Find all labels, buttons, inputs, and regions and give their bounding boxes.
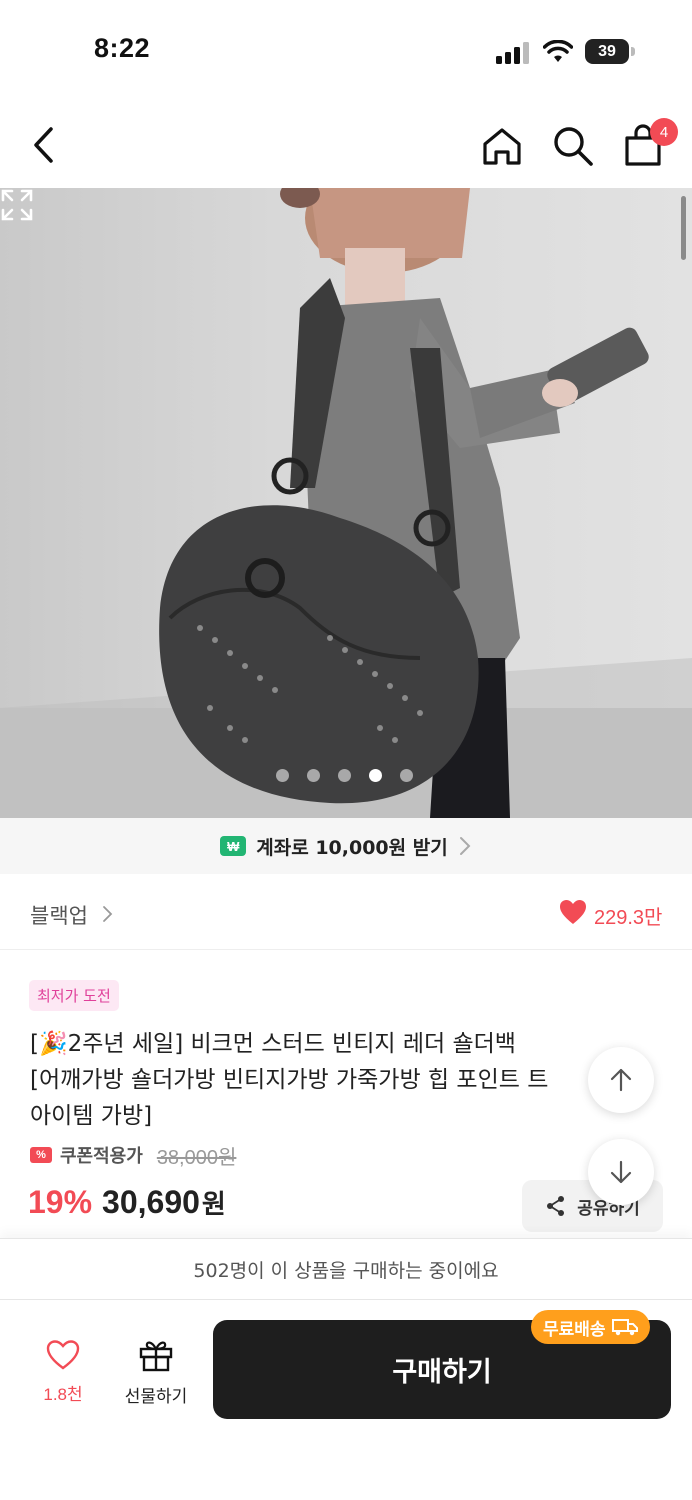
carousel-dot[interactable]: [338, 769, 351, 782]
share-icon: [547, 1196, 565, 1216]
battery-level: 39: [585, 39, 629, 64]
chevron-right-icon: [459, 837, 471, 855]
carousel-dot[interactable]: [307, 769, 320, 782]
scroll-bottom-button[interactable]: [588, 1139, 654, 1205]
coupon-icon: [30, 1147, 52, 1163]
brand-row: 블랙업 229.3만: [0, 874, 692, 950]
product-image-carousel[interactable]: [0, 188, 692, 818]
coupon-label: 쿠폰적용가: [60, 1146, 143, 1167]
chevron-left-icon: [34, 127, 53, 163]
bottom-action-bar: 1.8천 선물하기 구매하기 무료배송: [0, 1300, 692, 1500]
coupon-price-row: 쿠폰적용가 38,000원: [30, 1140, 236, 1170]
status-time: 8:22: [94, 33, 151, 63]
carousel-indicator: [276, 769, 413, 782]
purchasing-now-notice: 502명이 이 상품을 구매하는 중이에요: [0, 1238, 692, 1300]
carousel-dot[interactable]: [400, 769, 413, 782]
cellular-signal-icon: [496, 42, 529, 64]
free-shipping-label: 무료배송: [543, 1319, 606, 1340]
home-icon[interactable]: [478, 122, 526, 170]
won-badge-icon: ₩: [220, 836, 247, 856]
delivery-truck-icon: [611, 1319, 638, 1336]
heart-filled-icon[interactable]: [559, 899, 587, 925]
gift-label: 선물하기: [124, 1387, 188, 1407]
original-price: 38,000원: [156, 1146, 237, 1169]
status-bar: 8:22 39: [0, 0, 692, 100]
heart-outline-icon: [46, 1340, 80, 1370]
fullscreen-expand-icon[interactable]: [0, 188, 34, 222]
discount-rate: 19%: [28, 1184, 93, 1220]
carousel-dot[interactable]: [276, 769, 289, 782]
wishlist-button[interactable]: 1.8천: [30, 1340, 96, 1405]
back-button[interactable]: [22, 122, 64, 168]
sale-price: 30,690: [102, 1184, 200, 1220]
gift-icon: [139, 1341, 173, 1372]
search-icon[interactable]: [549, 122, 597, 170]
promo-text: 계좌로 10,000원 받기: [256, 836, 448, 859]
free-shipping-badge: 무료배송: [531, 1310, 650, 1344]
chevron-right-icon: [103, 906, 113, 922]
product-photo: [0, 188, 692, 818]
image-scrollbar[interactable]: [681, 196, 686, 260]
brand-link[interactable]: 블랙업: [30, 900, 88, 930]
carousel-dot-active[interactable]: [369, 769, 382, 782]
product-title: [🎉2주년 세일] 비크먼 스터드 빈티지 레더 숄더백 [어깨가방 숄더가방 …: [30, 1031, 549, 1129]
top-navigation: [0, 100, 692, 188]
arrow-up-icon: [610, 1068, 632, 1092]
wishlist-count: 1.8천: [43, 1385, 83, 1404]
account-reward-banner[interactable]: ₩ 계좌로 10,000원 받기: [0, 818, 692, 874]
wifi-icon: [543, 40, 573, 62]
cart-count-badge: 4: [650, 118, 678, 146]
scroll-top-button[interactable]: [588, 1047, 654, 1113]
price-unit: 원: [201, 1190, 226, 1220]
battery-icon: 39: [585, 39, 635, 64]
gift-button[interactable]: 선물하기: [114, 1338, 198, 1407]
arrow-down-icon: [610, 1160, 632, 1184]
lowest-price-tag: 최저가 도전: [29, 980, 119, 1011]
price-row: 19% 30,690 원: [28, 1184, 226, 1228]
brand-like-count: 229.3만: [594, 907, 663, 929]
